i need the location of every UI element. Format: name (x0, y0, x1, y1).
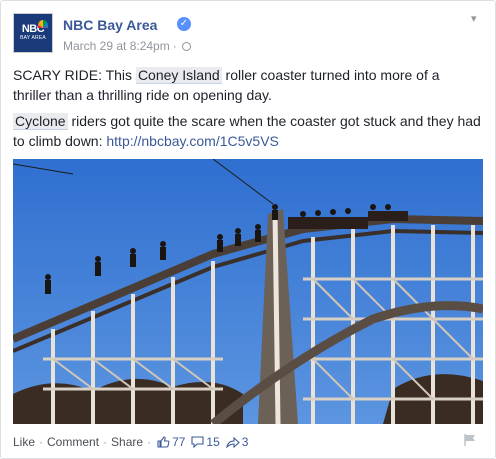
like-button[interactable]: Like (13, 435, 35, 449)
post-timestamp[interactable]: March 29 at 8:24pm (63, 39, 170, 53)
post-meta: March 29 at 8:24pm · (63, 39, 191, 53)
meta-separator: · (172, 39, 177, 53)
avatar[interactable]: NBC BAY AREA (13, 13, 53, 53)
actions-separator-1: · (39, 435, 44, 449)
comments-count[interactable]: 15 (191, 435, 220, 449)
actions-separator-3: · (147, 435, 152, 449)
post-actions: Like · Comment · Share · 77 15 3 (13, 433, 483, 451)
hashtag-coney-island[interactable]: Coney Island (135, 67, 222, 84)
roller-coaster-photo (13, 159, 483, 424)
peacock-logo-icon (38, 20, 48, 28)
share-button[interactable]: Share (111, 435, 143, 449)
post-link[interactable]: http://nbcbay.com/1C5v5VS (106, 133, 279, 149)
avatar-logo-subtext: BAY AREA (20, 35, 46, 41)
chevron-down-icon[interactable]: ▾ (471, 13, 483, 25)
flag-icon[interactable] (463, 433, 477, 447)
post-text: SCARY RIDE: This Coney Island roller coa… (13, 65, 481, 157)
post-photo[interactable] (13, 159, 483, 424)
likes-count[interactable]: 77 (157, 435, 185, 449)
thumbs-up-icon (157, 436, 170, 448)
shares-count-value: 3 (241, 435, 249, 449)
actions-separator-2: · (103, 435, 108, 449)
page-name-link[interactable]: NBC Bay Area (63, 17, 157, 33)
comments-count-value: 15 (206, 435, 220, 449)
post-header: NBC BAY AREA NBC Bay Area ✓ March 29 at … (13, 13, 483, 57)
share-arrow-icon (226, 436, 240, 448)
likes-count-value: 77 (172, 435, 186, 449)
verified-badge-icon: ✓ (177, 17, 191, 31)
comment-icon (191, 436, 204, 448)
paragraph-1-prefix: SCARY RIDE: This (13, 67, 136, 83)
comment-button[interactable]: Comment (47, 435, 99, 449)
post-card: NBC BAY AREA NBC Bay Area ✓ March 29 at … (0, 0, 496, 459)
shares-count[interactable]: 3 (226, 435, 249, 449)
post-paragraph-1: SCARY RIDE: This Coney Island roller coa… (13, 65, 481, 105)
globe-icon[interactable] (181, 41, 191, 51)
post-paragraph-2: Cyclone riders got quite the scare when … (13, 111, 481, 151)
hashtag-cyclone[interactable]: Cyclone (13, 113, 68, 130)
